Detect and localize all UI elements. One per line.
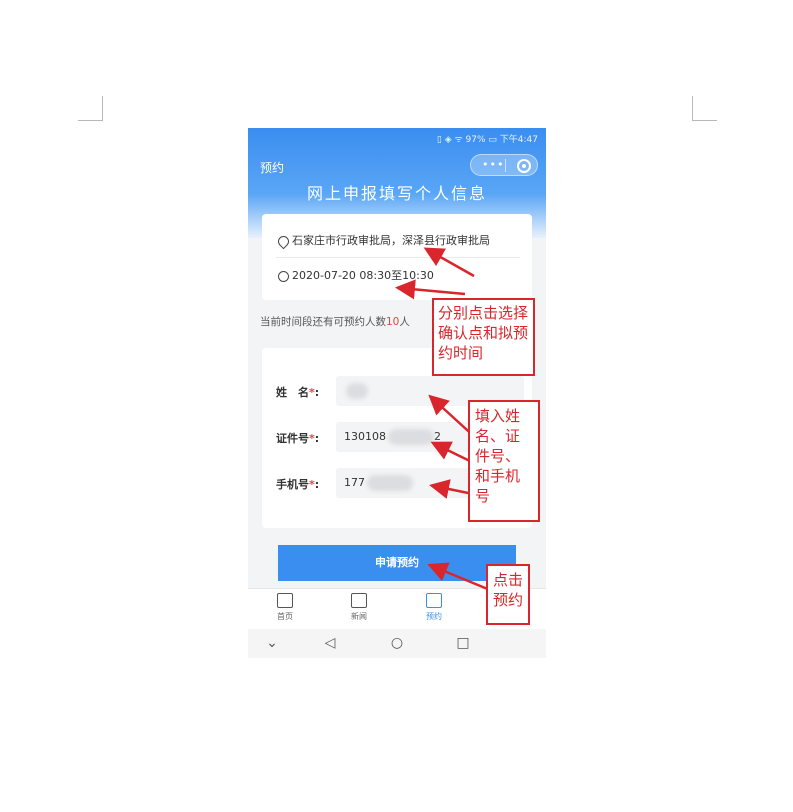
- arrow-to-time: [395, 279, 466, 300]
- arrow-to-location: [423, 247, 475, 278]
- annotation-select: 分别点击选择确认点和拟预约时间: [432, 298, 535, 376]
- arrow-to-apply: [427, 562, 491, 592]
- annotation-fill: 填入姓名、证件号、和手机号: [468, 400, 540, 522]
- annotation-click: 点击预约: [486, 564, 530, 625]
- annotation-arrows: [395, 247, 491, 592]
